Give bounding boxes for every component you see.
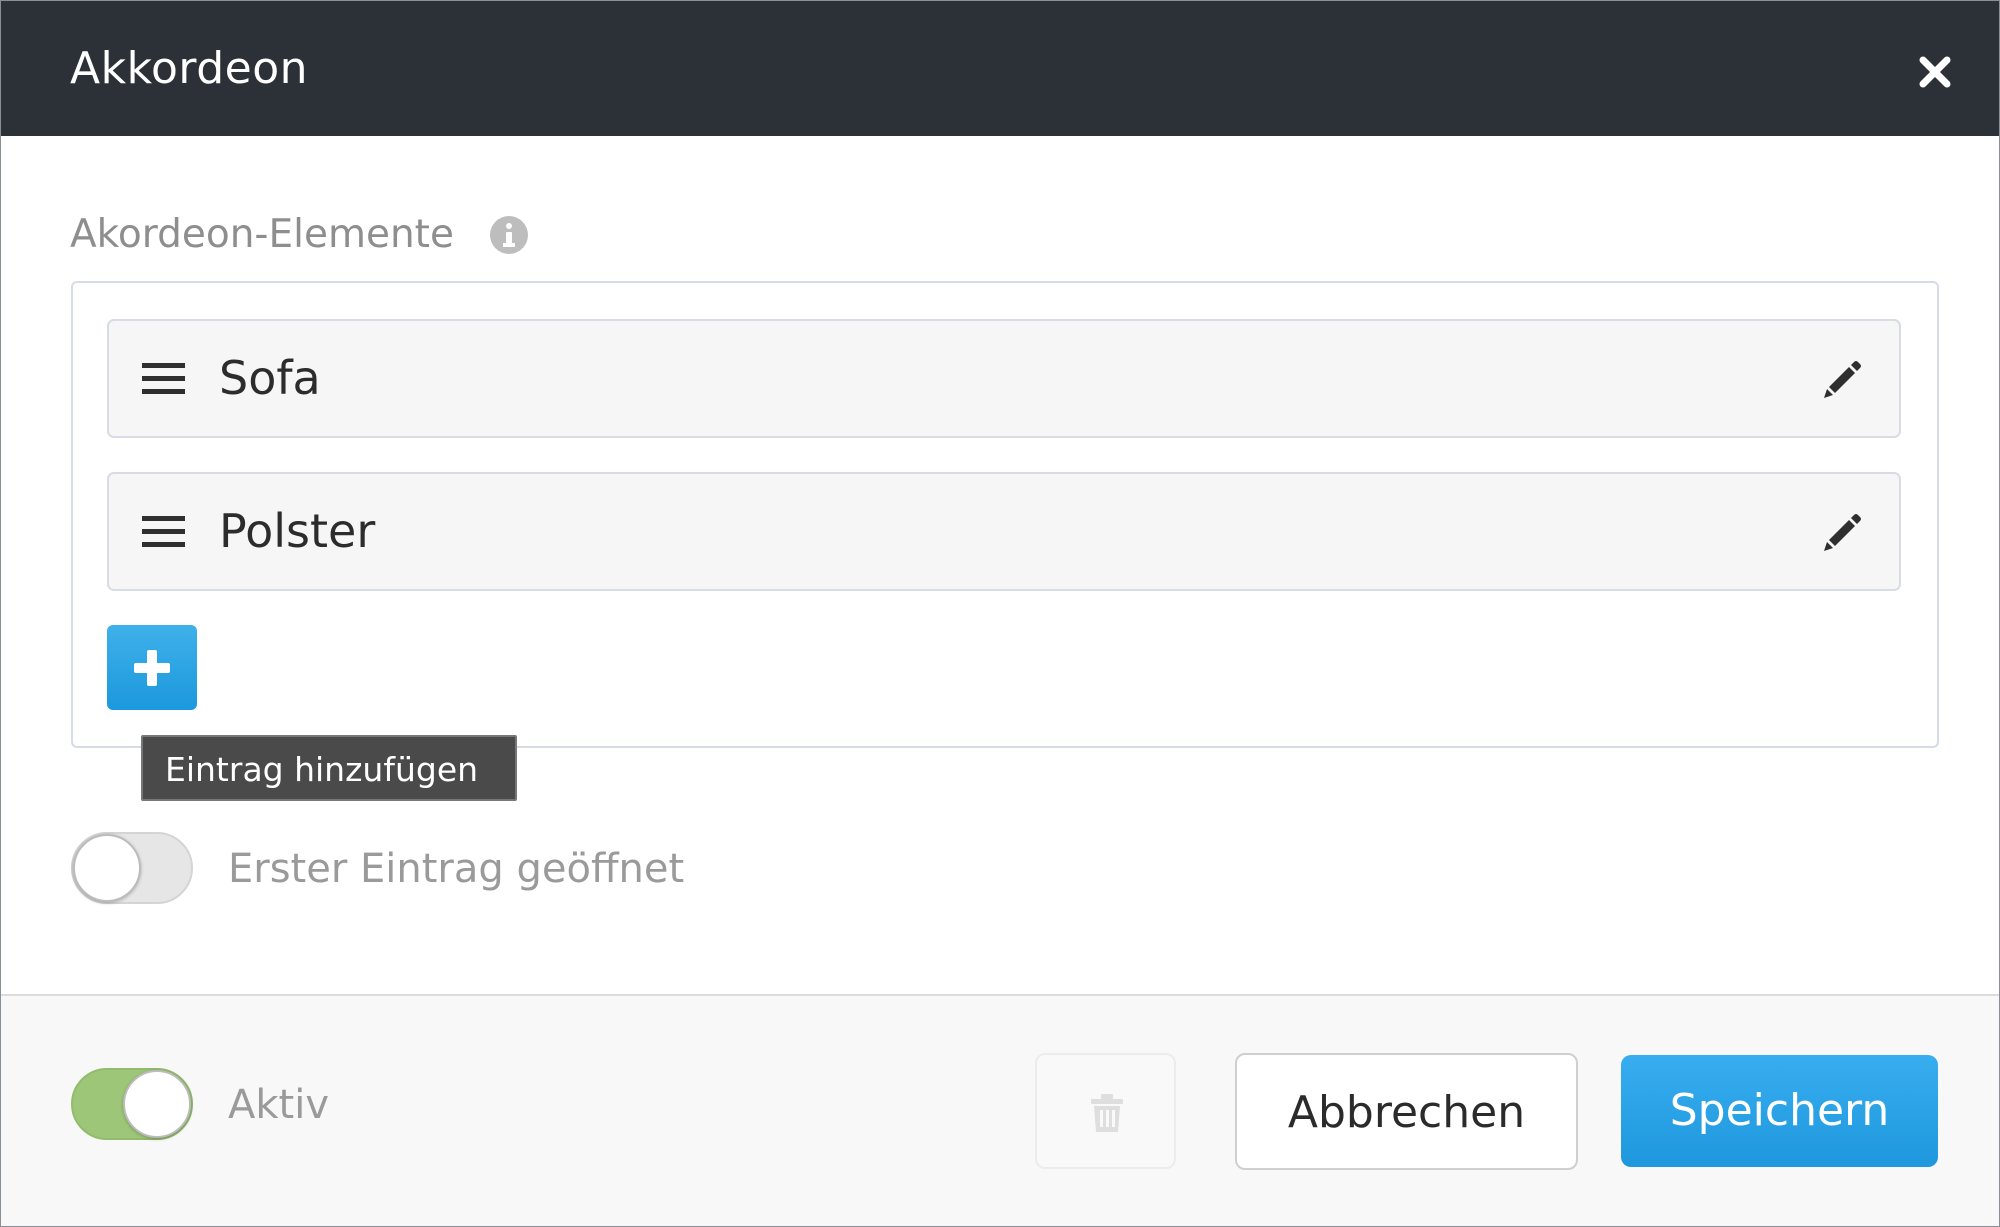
info-icon[interactable]: [489, 215, 529, 255]
toggle-knob: [123, 1070, 191, 1138]
dialog-header: Akkordeon: [1, 1, 1999, 136]
save-button[interactable]: Speichern: [1621, 1055, 1938, 1167]
close-icon: [1919, 56, 1951, 88]
cancel-button[interactable]: Abbrechen: [1235, 1053, 1578, 1170]
dialog-title: Akkordeon: [70, 43, 309, 94]
accordion-dialog: Akkordeon Akordeon-Elemente Sofa Polster…: [0, 0, 2000, 1227]
save-button-label: Speichern: [1669, 1085, 1890, 1136]
pencil-icon[interactable]: [1821, 357, 1865, 401]
section-label: Akordeon-Elemente: [70, 212, 454, 257]
drag-handle-icon[interactable]: [142, 361, 185, 397]
toggle-knob: [73, 834, 141, 902]
list-item-polster[interactable]: Polster: [107, 472, 1901, 591]
list-item-label: Sofa: [219, 351, 321, 405]
first-entry-open-toggle[interactable]: [71, 832, 193, 904]
pencil-icon[interactable]: [1821, 510, 1865, 554]
plus-icon: [134, 650, 170, 686]
tooltip-text: Eintrag hinzufügen: [165, 750, 479, 789]
add-entry-tooltip: Eintrag hinzufügen: [141, 735, 517, 801]
add-entry-button[interactable]: [107, 625, 197, 710]
active-toggle[interactable]: [71, 1068, 193, 1140]
first-entry-open-label: Erster Eintrag geöffnet: [228, 846, 685, 892]
drag-handle-icon[interactable]: [142, 514, 185, 550]
list-item-label: Polster: [219, 504, 376, 558]
list-item-sofa[interactable]: Sofa: [107, 319, 1901, 438]
delete-button[interactable]: [1035, 1053, 1176, 1169]
trash-icon: [1091, 1094, 1123, 1132]
cancel-button-label: Abbrechen: [1287, 1087, 1526, 1138]
active-label: Aktiv: [228, 1082, 329, 1128]
close-button[interactable]: [1909, 50, 1961, 94]
